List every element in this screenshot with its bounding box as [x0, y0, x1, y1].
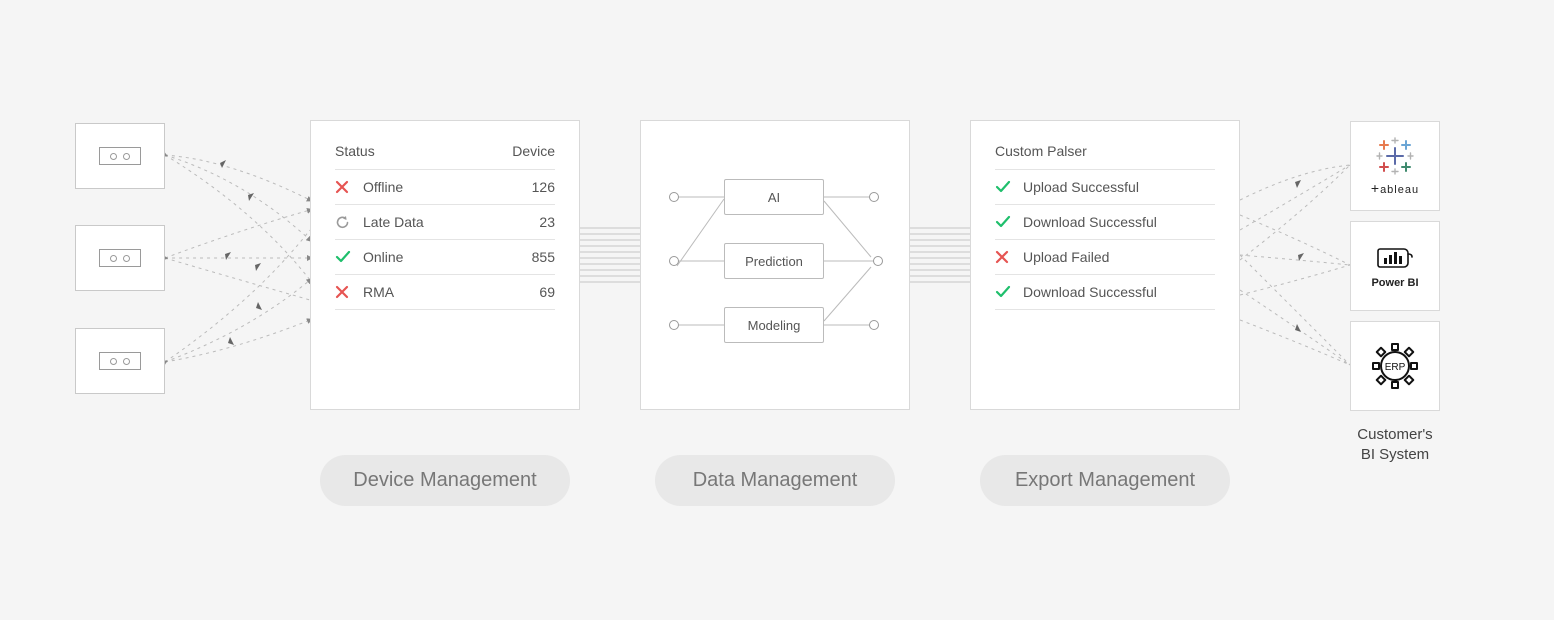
status-header: Status — [335, 143, 375, 159]
powerbi-label: Power BI — [1371, 277, 1418, 289]
ai-node: AI — [724, 179, 824, 215]
powerbi-icon — [1376, 243, 1414, 273]
x-icon — [335, 180, 355, 194]
flow-stripes — [910, 227, 970, 283]
graph-port — [669, 256, 679, 266]
flow-stripes — [580, 227, 640, 283]
device-node — [75, 225, 165, 291]
device-node — [75, 328, 165, 394]
export-management-pill: Export Management — [980, 455, 1230, 506]
device-led-icon — [99, 352, 141, 370]
export-row: Download Successful — [995, 205, 1215, 240]
status-row: RMA 69 — [335, 274, 555, 310]
graph-port — [869, 320, 879, 330]
graph-port — [669, 192, 679, 202]
bi-caption: Customer's BI System — [1335, 425, 1455, 464]
status-row: Late Data 23 — [335, 204, 555, 239]
export-row: Download Successful — [995, 275, 1215, 310]
tableau-icon — [1375, 136, 1415, 176]
x-icon — [995, 250, 1015, 264]
x-icon — [335, 285, 355, 299]
tableau-box: +ableau — [1350, 121, 1440, 211]
graph-port — [669, 320, 679, 330]
modeling-node: Modeling — [724, 307, 824, 343]
export-management-card: Custom Palser Upload Successful Download… — [970, 120, 1240, 410]
retry-icon — [335, 215, 355, 230]
export-row: Upload Successful — [995, 170, 1215, 205]
svg-text:ERP: ERP — [1385, 362, 1406, 373]
device-management-card: Status Device Offline 126 Late Data 23 O… — [310, 120, 580, 410]
data-management-pill: Data Management — [655, 455, 895, 506]
check-icon — [995, 285, 1015, 299]
status-row: Offline 126 — [335, 169, 555, 204]
check-icon — [995, 215, 1015, 229]
data-management-card: AI Prediction Modeling — [640, 120, 910, 410]
erp-box: ERP — [1350, 321, 1440, 411]
device-node — [75, 123, 165, 189]
export-title: Custom Palser — [995, 143, 1215, 170]
prediction-node: Prediction — [724, 243, 824, 279]
device-led-icon — [99, 147, 141, 165]
graph-port — [873, 256, 883, 266]
check-icon — [335, 250, 355, 264]
status-row: Online 855 — [335, 239, 555, 274]
device-management-pill: Device Management — [320, 455, 570, 506]
erp-gear-icon: ERP — [1369, 340, 1421, 392]
device-led-icon — [99, 249, 141, 267]
graph-port — [869, 192, 879, 202]
export-row: Upload Failed — [995, 240, 1215, 275]
check-icon — [995, 180, 1015, 194]
powerbi-box: Power BI — [1350, 221, 1440, 311]
device-header: Device — [512, 143, 555, 159]
